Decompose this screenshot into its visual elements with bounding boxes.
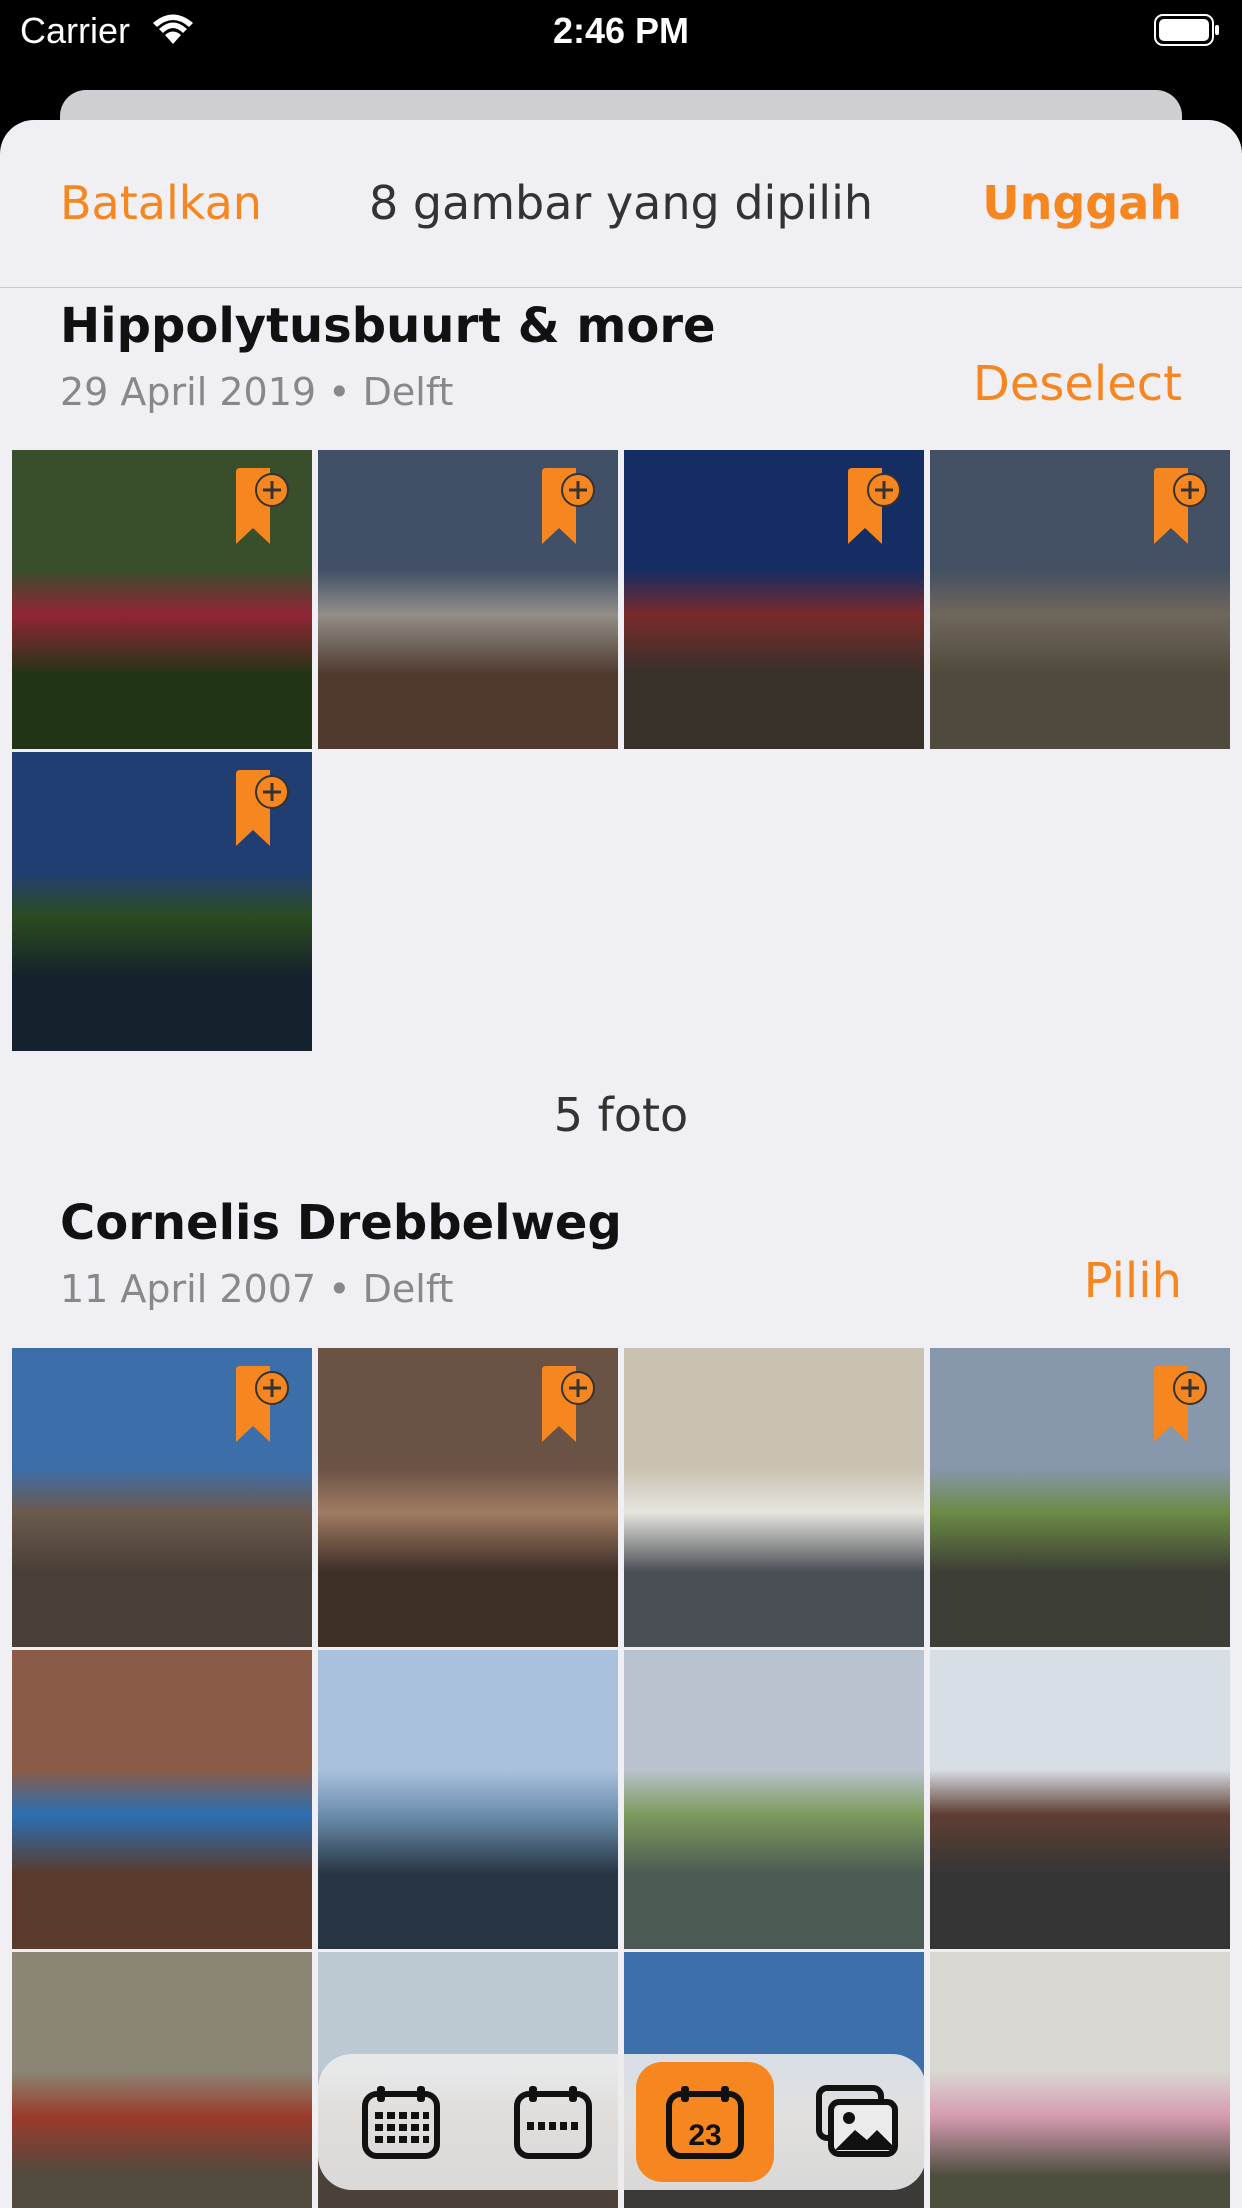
photo-image bbox=[12, 1952, 312, 2208]
view-switcher: 23 bbox=[318, 2054, 926, 2190]
photo-count: 5 foto bbox=[553, 1088, 689, 1142]
calendar-month-tab[interactable] bbox=[484, 2062, 622, 2182]
navigation-bar: Batalkan 8 gambar yang dipilih Unggah bbox=[0, 120, 1242, 288]
photo-image bbox=[318, 1650, 618, 1949]
photo-image bbox=[930, 1952, 1230, 2208]
photo-image bbox=[624, 1650, 924, 1949]
bookmark-add-icon[interactable] bbox=[846, 468, 908, 544]
photo-thumbnail[interactable] bbox=[930, 450, 1230, 749]
bookmark-add-icon[interactable] bbox=[234, 1366, 296, 1442]
bookmark-add-icon[interactable] bbox=[540, 1366, 602, 1442]
photo-thumbnail[interactable] bbox=[930, 1650, 1230, 1949]
calendar-day-icon: 23 bbox=[666, 2086, 744, 2159]
calendar-year-tab[interactable] bbox=[332, 2062, 470, 2182]
bookmark-add-icon[interactable] bbox=[1152, 1366, 1214, 1442]
photo-image bbox=[624, 1348, 924, 1647]
status-time: 2:46 PM bbox=[552, 10, 690, 51]
photo-thumbnail[interactable] bbox=[12, 450, 312, 749]
photo-thumbnail[interactable] bbox=[930, 1348, 1230, 1647]
section-title: Cornelis Drebbelweg bbox=[60, 1195, 622, 1251]
deselect-button[interactable]: Deselect bbox=[973, 356, 1182, 412]
cancel-button[interactable]: Batalkan bbox=[60, 176, 262, 230]
photo-thumbnail[interactable] bbox=[624, 1650, 924, 1949]
select-button[interactable]: Pilih bbox=[1084, 1253, 1182, 1309]
photo-thumbnail[interactable] bbox=[930, 1952, 1230, 2208]
upload-button[interactable]: Unggah bbox=[982, 176, 1182, 230]
photo-thumbnail[interactable] bbox=[12, 1952, 312, 2208]
photo-image bbox=[930, 1650, 1230, 1949]
photo-thumbnail[interactable] bbox=[12, 752, 312, 1051]
section-title: Hippolytusbuurt & more bbox=[60, 298, 716, 354]
photo-thumbnail[interactable] bbox=[12, 1348, 312, 1647]
upload-sheet: Batalkan 8 gambar yang dipilih Unggah Hi… bbox=[0, 120, 1242, 2208]
status-bar: Carrier 2:46 PM bbox=[0, 0, 1242, 62]
section-meta: 11 April 2007 • Delft bbox=[60, 1267, 454, 1311]
bookmark-add-icon[interactable] bbox=[234, 468, 296, 544]
photo-grid bbox=[12, 450, 1230, 1051]
photo-image bbox=[12, 1650, 312, 1949]
bookmark-add-icon[interactable] bbox=[1152, 468, 1214, 544]
photos-tab[interactable] bbox=[788, 2062, 926, 2182]
calendar-month-icon bbox=[514, 2086, 592, 2159]
battery-icon bbox=[1154, 14, 1219, 46]
photo-thumbnail[interactable] bbox=[624, 450, 924, 749]
photo-thumbnail[interactable] bbox=[624, 1348, 924, 1647]
calendar-year-icon bbox=[362, 2086, 440, 2159]
photo-thumbnail[interactable] bbox=[12, 1650, 312, 1949]
bookmark-add-icon[interactable] bbox=[540, 468, 602, 544]
photos-icon bbox=[816, 2085, 898, 2157]
day-number: 23 bbox=[688, 2119, 721, 2152]
photo-thumbnail[interactable] bbox=[318, 1348, 618, 1647]
photo-thumbnail[interactable] bbox=[318, 1650, 618, 1949]
calendar-day-tab[interactable]: 23 bbox=[636, 2062, 774, 2182]
section-meta: 29 April 2019 • Delft bbox=[60, 370, 454, 414]
bookmark-add-icon[interactable] bbox=[234, 770, 296, 846]
photo-thumbnail[interactable] bbox=[318, 450, 618, 749]
